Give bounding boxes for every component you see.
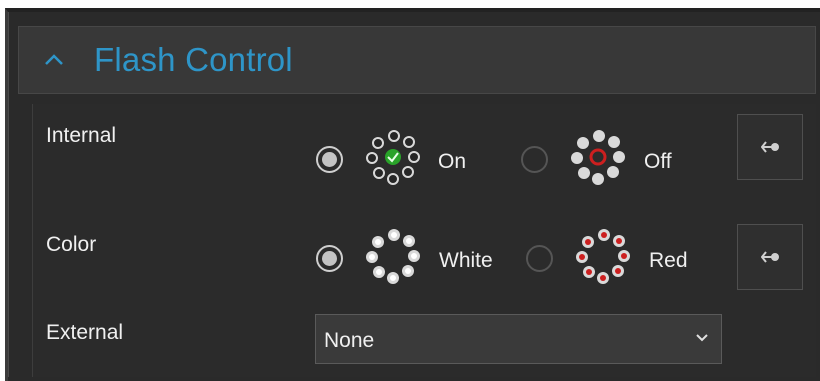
internal-off-label[interactable]: Off [644,150,672,174]
swap-arrows-icon [761,251,779,263]
color-white-label[interactable]: White [439,249,493,273]
chevron-down-icon [696,334,708,342]
internal-swap-button[interactable] [737,114,803,180]
color-red-radio[interactable] [526,245,553,272]
swap-arrows-icon [761,141,779,153]
color-white-radio[interactable] [316,245,343,272]
external-select[interactable]: None [315,314,722,364]
app-window: Flash Control Internal On Off Color Whit… [0,0,820,381]
chevron-up-icon[interactable] [43,52,65,68]
internal-off-radio[interactable] [521,146,548,173]
external-label: External [46,321,124,344]
flash-on-ring-icon [366,130,420,185]
color-swap-button[interactable] [737,224,803,290]
color-red-label[interactable]: Red [649,249,688,273]
color-label: Color [46,233,97,256]
internal-on-radio[interactable] [316,146,343,173]
panel-title: Flash Control [94,41,293,78]
external-select-value: None [324,329,375,352]
internal-label: Internal [46,124,117,147]
internal-on-label[interactable]: On [438,150,466,174]
white-led-ring-icon [366,229,420,284]
red-led-ring-icon [576,229,630,284]
flash-off-ring-icon [571,130,625,185]
